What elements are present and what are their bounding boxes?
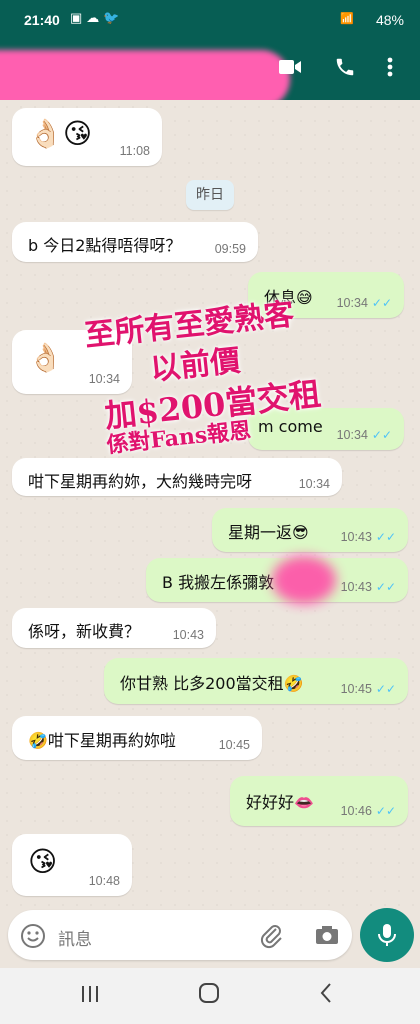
message-bubble[interactable]: b 今日2點得唔得呀？ 09:59 — [12, 222, 258, 262]
read-ticks-icon: ✓✓ — [375, 804, 396, 818]
message-text: B 我搬左係彌敦 — [162, 573, 275, 592]
message-text: 🤣咁下星期再約妳啦 — [28, 731, 176, 750]
message-time: 10:43 — [172, 628, 204, 642]
emoji-icon[interactable] — [20, 923, 46, 955]
read-ticks-icon: ✓✓ — [371, 428, 392, 442]
read-ticks-icon: ✓✓ — [371, 296, 392, 310]
message-bubble[interactable]: 🤣咁下星期再約妳啦 10:45 — [12, 716, 262, 760]
network-indicator: 📶 — [340, 12, 356, 25]
camera-icon[interactable] — [314, 923, 340, 953]
pink-redaction-blob — [272, 556, 336, 604]
message-time: 10:34 — [336, 296, 368, 310]
message-bubble[interactable]: 😘 10:48 — [12, 834, 132, 896]
message-text: 係呀，新收費？ — [28, 622, 141, 641]
message-time: 10:34 — [298, 477, 330, 491]
message-bubble[interactable]: 👌🏻😘 11:08 — [12, 108, 162, 166]
message-time: 10:43 — [340, 530, 372, 544]
message-time: 10:34 — [88, 372, 120, 386]
recents-icon[interactable] — [80, 982, 100, 1010]
attach-icon[interactable] — [260, 923, 284, 955]
message-input-placeholder[interactable]: 訊息 — [58, 925, 92, 950]
cloud-icon: ☁ — [86, 10, 104, 25]
status-bar: 21:40 ▣☁🐦 📶 48% — [0, 0, 420, 42]
read-ticks-icon: ✓✓ — [375, 682, 396, 696]
message-time: 10:48 — [88, 874, 120, 888]
read-ticks-icon: ✓✓ — [375, 580, 396, 594]
system-nav-bar — [0, 968, 420, 1024]
image-icon: ▣ — [70, 10, 87, 25]
emoji: 👌🏻 — [28, 341, 63, 374]
emoji: 👌🏻😘 — [28, 117, 93, 150]
message-bubble-outgoing[interactable]: 星期一返😎 10:43 ✓✓ — [212, 508, 408, 552]
status-notification-icons: ▣☁🐦 — [70, 10, 123, 26]
message-time: 09:59 — [214, 242, 246, 256]
phone-icon[interactable] — [334, 56, 356, 84]
message-text: 星期一返😎 — [228, 523, 309, 542]
mic-button[interactable] — [360, 908, 414, 962]
chat-header — [0, 42, 420, 108]
battery-level: 48% — [375, 12, 404, 28]
message-time: 10:45 — [218, 738, 250, 752]
message-bubble-outgoing[interactable]: 你甘熟 比多200當交租🤣 10:45 ✓✓ — [104, 658, 408, 704]
message-text: 你甘熟 比多200當交租🤣 — [120, 674, 304, 693]
message-text: 咁下星期再約妳，大約幾時完呀 — [28, 472, 253, 491]
video-call-icon[interactable] — [278, 56, 302, 84]
message-time: 11:08 — [119, 144, 150, 158]
back-icon[interactable] — [318, 982, 334, 1010]
twitter-icon: 🐦 — [103, 10, 124, 25]
message-input-bar[interactable]: 訊息 — [8, 910, 352, 960]
home-icon[interactable] — [198, 982, 220, 1010]
message-time: 10:43 — [340, 580, 372, 594]
emoji: 😘 — [28, 845, 58, 878]
message-time: 10:34 — [336, 428, 368, 442]
message-bubble[interactable]: 咁下星期再約妳，大約幾時完呀 10:34 — [12, 458, 342, 496]
read-ticks-icon: ✓✓ — [375, 530, 396, 544]
message-bubble[interactable]: 係呀，新收費？ 10:43 — [12, 608, 216, 648]
date-chip: 昨日 — [186, 180, 234, 210]
more-icon[interactable] — [386, 56, 394, 84]
message-text: b 今日2點得唔得呀？ — [28, 236, 182, 255]
message-time: 10:45 — [340, 682, 372, 696]
signal-icon: 📶 — [340, 13, 356, 25]
chat-area[interactable]: 👌🏻😘 11:08 昨日 b 今日2點得唔得呀？ 09:59 休息😅 10:34… — [0, 100, 420, 908]
status-time: 21:40 — [24, 12, 60, 28]
message-text: 好好好👄 — [246, 793, 314, 812]
message-bubble-outgoing[interactable]: 好好好👄 10:46 ✓✓ — [230, 776, 408, 826]
message-time: 10:46 — [340, 804, 372, 818]
